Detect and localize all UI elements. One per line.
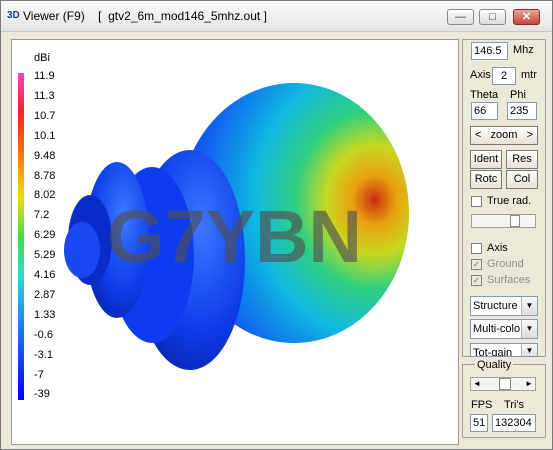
quality-slider-thumb[interactable] bbox=[499, 378, 511, 390]
watermark-text: G7YBN bbox=[107, 195, 362, 278]
surfaces-label: Surfaces bbox=[487, 274, 531, 286]
true-rad-checkbox[interactable] bbox=[471, 196, 482, 207]
zoom-out-button[interactable]: < bbox=[475, 127, 481, 144]
theta-input[interactable]: 66 bbox=[471, 102, 498, 120]
axis-checkbox[interactable] bbox=[471, 243, 482, 254]
axis-length-unit: mtr bbox=[521, 69, 537, 81]
zoom-label: zoom bbox=[490, 129, 518, 141]
ground-label: Ground bbox=[487, 258, 524, 270]
frequency-input[interactable]: 146.5 bbox=[471, 42, 508, 60]
true-rad-slider[interactable] bbox=[471, 214, 536, 228]
phi-label: Phi bbox=[510, 89, 526, 101]
fps-value: 51 bbox=[470, 414, 488, 432]
structure-select-value: Structure bbox=[473, 300, 518, 312]
window-title: Viewer (F9) [ gtv2_6m_mod146_5mhz.out ] bbox=[23, 9, 267, 23]
viewer-window: 3D Viewer (F9) [ gtv2_6m_mod146_5mhz.out… bbox=[0, 0, 553, 450]
chevron-down-icon: ▼ bbox=[521, 320, 537, 338]
true-rad-label: True rad. bbox=[487, 195, 532, 207]
slider-thumb[interactable] bbox=[510, 215, 520, 227]
app-3d-icon: 3D bbox=[7, 10, 20, 21]
3d-viewport[interactable]: dBi 11.9 11.3 10.7 10.1 9.48 8.78 8.02 7.2 6.29 5… bbox=[11, 39, 459, 445]
minimize-button[interactable]: — bbox=[447, 9, 474, 25]
quality-label: Quality bbox=[475, 359, 514, 372]
zoom-control: < zoom > bbox=[470, 126, 538, 145]
phi-input[interactable]: 235 bbox=[507, 102, 537, 120]
axis-length-input[interactable]: 2 bbox=[492, 67, 516, 85]
side-lobe-5 bbox=[64, 222, 100, 278]
gain-type-select-value: Tot-gain bbox=[473, 347, 513, 357]
right-arrow-icon[interactable]: ► bbox=[523, 378, 535, 390]
color-mode-select[interactable]: Multi-colo ▼ bbox=[470, 319, 538, 339]
chevron-down-icon: ▼ bbox=[521, 344, 537, 356]
axis-length-label: Axis bbox=[470, 69, 491, 81]
theta-label: Theta bbox=[470, 89, 499, 101]
title-bar[interactable]: 3D Viewer (F9) [ gtv2_6m_mod146_5mhz.out… bbox=[1, 1, 552, 32]
frequency-unit: Mhz bbox=[513, 44, 534, 56]
maximize-button[interactable]: □ bbox=[479, 9, 506, 25]
gain-type-select[interactable]: Tot-gain ▼ bbox=[470, 343, 538, 357]
ident-button[interactable]: Ident bbox=[470, 150, 502, 169]
quality-slider[interactable]: ◄ ► bbox=[470, 377, 536, 391]
structure-select[interactable]: Structure ▼ bbox=[470, 296, 538, 316]
fps-label: FPS bbox=[471, 399, 493, 411]
col-button[interactable]: Col bbox=[506, 170, 538, 189]
surfaces-checkbox[interactable]: ✓ bbox=[471, 275, 482, 286]
color-mode-select-value: Multi-colo bbox=[473, 323, 521, 335]
ground-checkbox[interactable]: ✓ bbox=[471, 259, 482, 270]
chevron-down-icon: ▼ bbox=[521, 297, 537, 315]
close-button[interactable]: ✕ bbox=[513, 9, 540, 25]
res-button[interactable]: Res bbox=[506, 150, 538, 169]
tris-label: Tri's bbox=[504, 399, 525, 411]
radiation-pattern-render: G7YBN bbox=[64, 83, 409, 370]
zoom-in-button[interactable]: > bbox=[527, 127, 533, 144]
axis-checkbox-label: Axis bbox=[487, 242, 508, 254]
tris-value: 132304 bbox=[492, 414, 536, 432]
left-arrow-icon[interactable]: ◄ bbox=[471, 378, 483, 390]
rotc-button[interactable]: Rotc bbox=[470, 170, 502, 189]
